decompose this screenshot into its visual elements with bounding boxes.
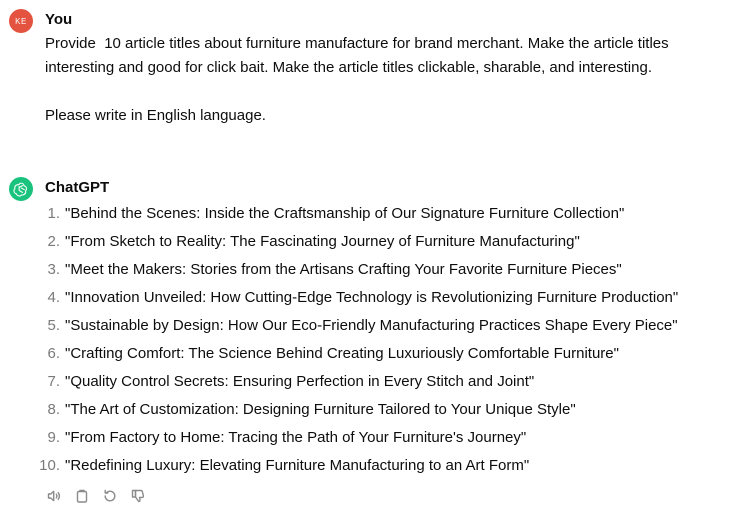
user-avatar: KE bbox=[9, 9, 33, 33]
user-avatar-initials: KE bbox=[15, 16, 27, 26]
list-item: 9. "From Factory to Home: Tracing the Pat… bbox=[0, 426, 731, 454]
list-item: 6. "Crafting Comfort: The Science Behind … bbox=[0, 342, 731, 370]
list-item-text: "Innovation Unveiled: How Cutting-Edge T… bbox=[65, 289, 679, 306]
user-message-paragraph: Provide 10 article titles about furnitur… bbox=[45, 35, 673, 76]
user-message: KE You Provide 10 article titles about f… bbox=[0, 0, 731, 140]
list-item-number: 10. bbox=[39, 457, 60, 474]
list-item-number: 9. bbox=[47, 429, 60, 446]
list-item: 5. "Sustainable by Design: How Our Eco-Fr… bbox=[0, 314, 731, 342]
openai-logo-icon bbox=[13, 182, 28, 197]
user-message-paragraph: Please write in English language. bbox=[45, 107, 266, 124]
list-item: 1. "Behind the Scenes: Inside the Craftsm… bbox=[0, 202, 731, 230]
list-item-text: "Sustainable by Design: How Our Eco-Frie… bbox=[65, 317, 678, 334]
copy-button[interactable] bbox=[73, 487, 91, 505]
copy-icon bbox=[76, 489, 88, 503]
list-item-text: "From Factory to Home: Tracing the Path … bbox=[65, 429, 527, 446]
thumbs-down-button[interactable] bbox=[129, 487, 147, 505]
list-item: 7. "Quality Control Secrets: Ensuring Per… bbox=[0, 370, 731, 398]
message-actions bbox=[45, 487, 147, 507]
list-item-number: 3. bbox=[47, 261, 60, 278]
user-author-name: You bbox=[45, 11, 73, 28]
list-item-text: "Meet the Makers: Stories from the Artis… bbox=[65, 261, 622, 278]
list-item-number: 5. bbox=[47, 317, 60, 334]
assistant-author-name: ChatGPT bbox=[45, 179, 110, 196]
list-item: 2. "From Sketch to Reality: The Fascinati… bbox=[0, 230, 731, 258]
list-item-number: 4. bbox=[47, 289, 60, 306]
list-item-text: "Redefining Luxury: Elevating Furniture … bbox=[65, 457, 530, 474]
assistant-avatar bbox=[9, 177, 33, 201]
list-item: 8. "The Art of Customization: Designing F… bbox=[0, 398, 731, 426]
article-titles-list: 1. "Behind the Scenes: Inside the Craftsm… bbox=[0, 202, 731, 482]
list-item-text: "Quality Control Secrets: Ensuring Perfe… bbox=[65, 373, 535, 390]
list-item-text: "Behind the Scenes: Inside the Craftsman… bbox=[65, 205, 625, 222]
thumbs-down-icon bbox=[131, 489, 145, 503]
list-item: 3. "Meet the Makers: Stories from the Art… bbox=[0, 258, 731, 286]
list-item-number: 1. bbox=[47, 205, 60, 222]
list-item-number: 6. bbox=[47, 345, 60, 362]
list-item-number: 8. bbox=[47, 401, 60, 418]
read-aloud-icon bbox=[47, 490, 61, 502]
list-item-number: 7. bbox=[47, 373, 60, 390]
list-item-text: "Crafting Comfort: The Science Behind Cr… bbox=[65, 345, 619, 362]
user-message-text: Provide 10 article titles about furnitur… bbox=[45, 32, 725, 128]
list-item-text: "The Art of Customization: Designing Fur… bbox=[65, 401, 576, 418]
list-item-number: 2. bbox=[47, 233, 60, 250]
list-item-text: "From Sketch to Reality: The Fascinating… bbox=[65, 233, 580, 250]
regenerate-icon bbox=[104, 489, 116, 502]
list-item: 4. "Innovation Unveiled: How Cutting-Edge… bbox=[0, 286, 731, 314]
regenerate-button[interactable] bbox=[101, 487, 119, 505]
read-aloud-button[interactable] bbox=[45, 487, 63, 505]
list-item: 10. "Redefining Luxury: Elevating Furnitu… bbox=[0, 454, 731, 482]
